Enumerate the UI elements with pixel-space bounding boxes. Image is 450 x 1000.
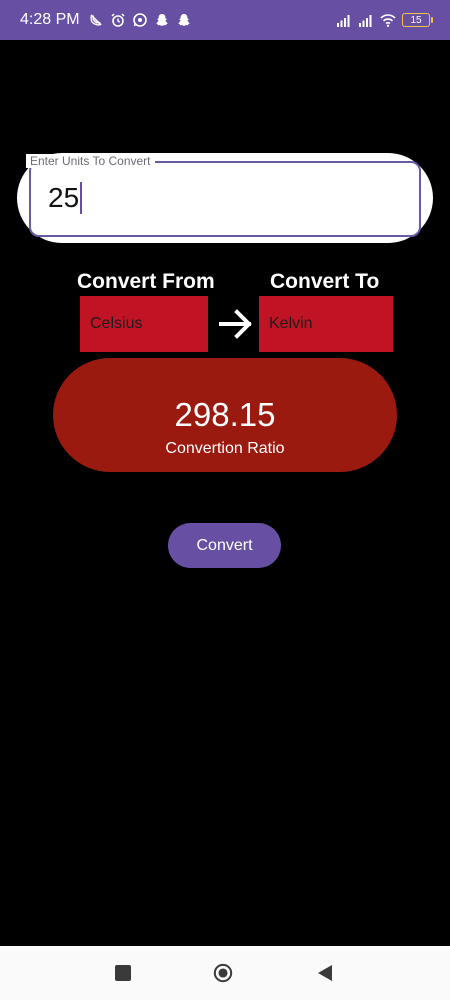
units-input[interactable]: 25 <box>48 182 83 214</box>
result-caption: Convertion Ratio <box>165 440 285 457</box>
convert-to-dropdown[interactable]: Kelvin <box>259 296 393 352</box>
units-input-label: Enter Units To Convert <box>26 154 155 168</box>
status-bar: 4:28 PM 15 <box>0 0 450 40</box>
snapchat-icon <box>176 12 192 28</box>
no-call-icon <box>88 12 104 28</box>
text-cursor <box>80 182 83 214</box>
battery-icon: 15 <box>402 13 433 27</box>
recent-apps-icon[interactable] <box>113 963 133 983</box>
convert-from-label: Convert From <box>77 270 215 293</box>
notification-icons <box>88 12 192 28</box>
convert-from-selected: Celsius <box>90 315 143 332</box>
result-value: 298.15 <box>174 396 276 433</box>
convert-to-label: Convert To <box>270 270 380 293</box>
convert-to-selected: Kelvin <box>269 315 313 332</box>
alarm-icon <box>110 12 126 28</box>
convert-from-dropdown[interactable]: Celsius <box>80 296 208 352</box>
status-time: 4:28 PM <box>20 11 80 28</box>
battery-level: 15 <box>410 14 422 26</box>
back-icon[interactable] <box>315 963 335 983</box>
home-icon[interactable] <box>213 963 233 983</box>
system-icons: 15 <box>336 12 433 28</box>
arrow-right-icon <box>218 306 254 342</box>
snapchat-icon <box>154 12 170 28</box>
signal-icon <box>336 12 352 28</box>
navigation-bar <box>0 946 450 1000</box>
convert-button[interactable]: Convert <box>168 523 281 568</box>
whatsapp-icon <box>132 12 148 28</box>
units-input-outline[interactable] <box>29 161 421 237</box>
wifi-icon <box>380 12 396 28</box>
signal-icon <box>358 12 374 28</box>
units-input-value: 25 <box>48 182 80 213</box>
